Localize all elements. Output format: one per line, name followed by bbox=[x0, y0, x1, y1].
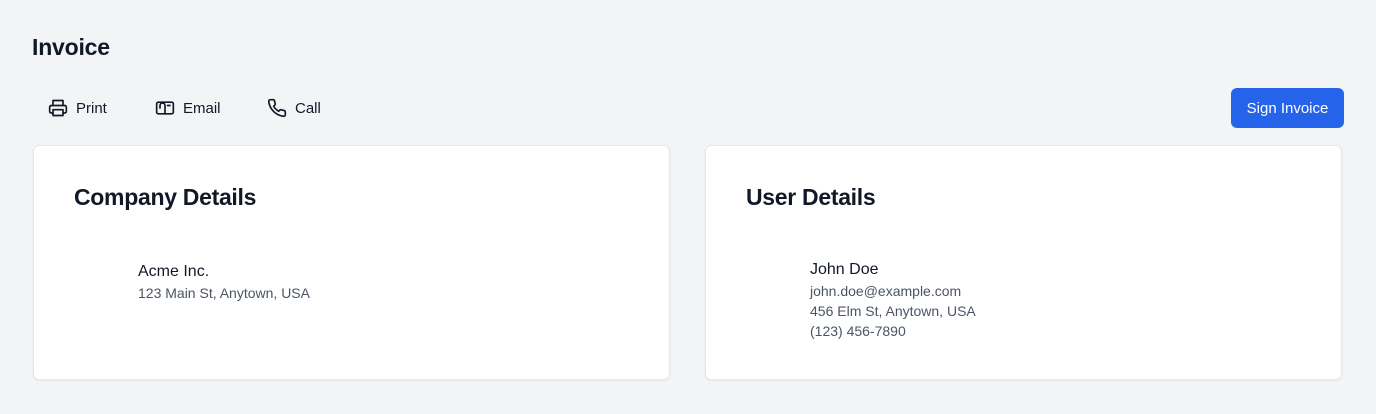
user-address: 456 Elm St, Anytown, USA bbox=[810, 303, 976, 319]
email-button-label: Email bbox=[183, 99, 221, 117]
company-details-card: Company Details Acme Inc. 123 Main St, A… bbox=[33, 145, 670, 380]
phone-icon bbox=[267, 98, 287, 118]
company-name: Acme Inc. bbox=[138, 263, 210, 280]
email-button[interactable]: Email bbox=[139, 88, 237, 128]
mail-icon bbox=[155, 98, 175, 118]
page-title: Invoice bbox=[32, 34, 110, 60]
user-details-card: User Details John Doe john.doe@example.c… bbox=[705, 145, 1342, 380]
user-name: John Doe bbox=[810, 261, 879, 278]
company-details-block: Acme Inc. 123 Main St, Anytown, USA bbox=[138, 261, 310, 303]
print-button-label: Print bbox=[76, 99, 107, 117]
company-details-heading: Company Details bbox=[74, 184, 257, 210]
printer-icon bbox=[48, 98, 68, 118]
company-address: 123 Main St, Anytown, USA bbox=[138, 285, 310, 301]
user-details-block: John Doe john.doe@example.com 456 Elm St… bbox=[810, 259, 976, 341]
user-email: john.doe@example.com bbox=[810, 283, 962, 299]
user-details-heading: User Details bbox=[746, 184, 876, 210]
sign-invoice-button[interactable]: Sign Invoice bbox=[1231, 88, 1344, 128]
toolbar: Print Email Call Sign Invoice bbox=[32, 88, 1344, 128]
print-button[interactable]: Print bbox=[32, 88, 123, 128]
call-button[interactable]: Call bbox=[251, 88, 337, 128]
user-phone: (123) 456-7890 bbox=[810, 323, 906, 339]
call-button-label: Call bbox=[295, 99, 321, 117]
